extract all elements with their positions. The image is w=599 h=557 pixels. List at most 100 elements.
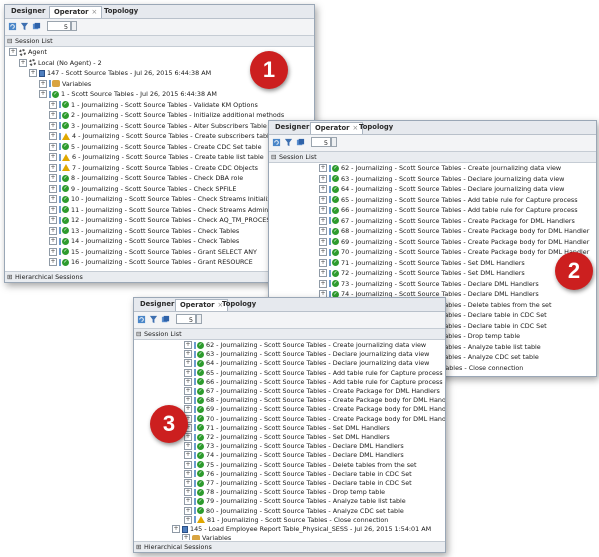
- session-count-input[interactable]: 5: [47, 21, 71, 31]
- tree-row[interactable]: + ✓ 70 - Journalizing - Scott Source Table…: [319, 247, 589, 258]
- expand-toggle-icon[interactable]: +: [184, 506, 192, 515]
- session-count-spinner[interactable]: [196, 314, 202, 324]
- refresh-icon[interactable]: [8, 22, 17, 31]
- close-icon[interactable]: ×: [91, 8, 97, 16]
- sessions-icon[interactable]: [161, 315, 170, 324]
- tree-row[interactable]: +✓17 - Journalizing - Scott Source Table…: [49, 268, 260, 269]
- expand-toggle-icon[interactable]: +: [184, 460, 192, 469]
- expand-toggle-icon[interactable]: +: [184, 350, 192, 359]
- expand-toggle-icon[interactable]: +: [49, 142, 57, 151]
- expand-toggle-icon[interactable]: +: [39, 90, 47, 98]
- tree-row[interactable]: +147 - Scott Source Tables - Jul 26, 201…: [29, 68, 211, 79]
- expand-toggle-icon[interactable]: +: [172, 525, 180, 533]
- tree-row[interactable]: + Agent: [9, 47, 47, 58]
- tree-row[interactable]: +4 - Journalizing - Scott Source Tables …: [49, 131, 273, 142]
- expand-toggle-icon[interactable]: +: [49, 258, 57, 266]
- expand-toggle-icon[interactable]: +: [49, 195, 57, 203]
- expand-toggle-icon[interactable]: +: [184, 469, 192, 478]
- sessions-icon[interactable]: [32, 22, 41, 31]
- tree-row[interactable]: + ✓ 15 - Journalizing - Scott Source Table…: [49, 247, 257, 258]
- expand-toggle-icon[interactable]: +: [184, 368, 192, 377]
- expand-toggle-icon[interactable]: +: [49, 163, 57, 172]
- expand-toggle-icon[interactable]: +: [184, 515, 192, 524]
- tree-row[interactable]: + ✓ 1 - Scott Source Tables - Jul 26, 2015…: [39, 89, 217, 100]
- tree-row[interactable]: + Local (No Agent) - 2: [19, 58, 102, 69]
- expand-toggle-icon[interactable]: +: [49, 226, 57, 235]
- expand-toggle-icon[interactable]: +: [29, 69, 37, 77]
- expand-toggle-icon[interactable]: +: [49, 100, 57, 109]
- tree-row[interactable]: + ✓ 71 - Journalizing - Scott Source Table…: [319, 258, 525, 269]
- expand-toggle-icon[interactable]: +: [49, 205, 57, 214]
- expand-toggle-icon[interactable]: +: [319, 279, 327, 288]
- hierarchical-sessions-header[interactable]: ⊞ Hierarchical Sessions: [134, 541, 445, 552]
- tree-row[interactable]: + ✓ 11 - Journalizing - Scott Source Table…: [49, 205, 268, 216]
- expand-toggle-icon[interactable]: +: [19, 58, 27, 67]
- expand-toggle-icon[interactable]: +: [319, 174, 327, 183]
- session-count-spinner[interactable]: [331, 137, 337, 147]
- expand-toggle-icon[interactable]: +: [49, 216, 57, 224]
- tree-row[interactable]: + ✓ 8 - Journalizing - Scott Source Tables…: [49, 173, 243, 184]
- session-list-header[interactable]: ⊟ Session List: [5, 35, 314, 47]
- expand-toggle-icon[interactable]: +: [184, 479, 192, 487]
- expand-toggle-icon[interactable]: +: [319, 269, 327, 277]
- tree-row[interactable]: +7 - Journalizing - Scott Source Tables …: [49, 163, 258, 174]
- filter-icon[interactable]: [20, 22, 29, 31]
- tree-row[interactable]: + ✓ 5 - Journalizing - Scott Source Tables…: [49, 142, 262, 153]
- tree-row[interactable]: + ✓ 68 - Journalizing - Scott Source Table…: [319, 226, 589, 237]
- session-count-spinner[interactable]: [71, 21, 77, 31]
- session-count-input[interactable]: 5: [311, 137, 331, 147]
- tab-designer[interactable]: Designer: [271, 122, 313, 133]
- tree-row[interactable]: + ✓ 16 - Journalizing - Scott Source Table…: [49, 257, 253, 268]
- tree-row[interactable]: + ✓ 64 - Journalizing - Scott Source Table…: [319, 184, 564, 195]
- expand-toggle-icon[interactable]: +: [319, 206, 327, 214]
- session-list-header[interactable]: ⊟ Session List: [269, 151, 596, 163]
- expand-toggle-icon[interactable]: +: [319, 237, 327, 246]
- expand-toggle-icon[interactable]: +: [319, 195, 327, 204]
- expand-toggle-icon[interactable]: +: [49, 132, 57, 140]
- tab-topology[interactable]: Topology: [355, 122, 397, 133]
- tab-designer[interactable]: Designer: [7, 6, 49, 17]
- expand-toggle-icon[interactable]: +: [39, 79, 47, 88]
- tree-row[interactable]: + ✓ 3 - Journalizing - Scott Source Tables…: [49, 121, 267, 132]
- tree-row[interactable]: +6 - Journalizing - Scott Source Tables …: [49, 152, 264, 163]
- tree-row[interactable]: + ✓ 72 - Journalizing - Scott Source Table…: [319, 268, 525, 279]
- expand-toggle-icon[interactable]: +: [184, 387, 192, 395]
- filter-icon[interactable]: [284, 138, 293, 147]
- expand-toggle-icon[interactable]: +: [184, 377, 192, 386]
- tree-row[interactable]: + ✓ 2 - Journalizing - Scott Source Tables…: [49, 110, 284, 121]
- expand-toggle-icon[interactable]: +: [49, 174, 57, 182]
- expand-toggle-icon[interactable]: +: [184, 433, 192, 441]
- tree-row[interactable]: + Variables: [39, 79, 91, 90]
- tab-topology[interactable]: Topology: [218, 299, 260, 310]
- expand-toggle-icon[interactable]: +: [49, 111, 57, 119]
- expand-toggle-icon[interactable]: +: [184, 451, 192, 460]
- sessions-icon[interactable]: [296, 138, 305, 147]
- tree-row[interactable]: + ✓ 10 - Journalizing - Scott Source Table…: [49, 194, 287, 205]
- refresh-icon[interactable]: [272, 138, 281, 147]
- expand-toggle-icon[interactable]: +: [319, 248, 327, 256]
- tree-row[interactable]: + ✓ 73 - Journalizing - Scott Source Table…: [319, 279, 539, 290]
- expand-toggle-icon[interactable]: +: [319, 185, 327, 193]
- tree-row[interactable]: + Variables: [182, 533, 231, 540]
- tree-row[interactable]: + ✓ 65 - Journalizing - Scott Source Table…: [319, 195, 578, 206]
- expand-toggle-icon[interactable]: +: [49, 121, 57, 130]
- expand-toggle-icon[interactable]: +: [49, 237, 57, 245]
- tree-row[interactable]: + ✓ 69 - Journalizing - Scott Source Table…: [319, 237, 589, 248]
- tree-row[interactable]: + ✓ 62 - Journalizing - Scott Source Table…: [319, 163, 561, 174]
- expand-toggle-icon[interactable]: +: [182, 534, 190, 540]
- expand-toggle-icon[interactable]: +: [49, 247, 57, 256]
- expand-toggle-icon[interactable]: +: [184, 497, 192, 506]
- tree-row[interactable]: + ✓ 14 - Journalizing - Scott Source Table…: [49, 236, 239, 247]
- session-list-header[interactable]: ⊟ Session List: [134, 328, 445, 340]
- expand-toggle-icon[interactable]: +: [319, 216, 327, 225]
- expand-toggle-icon[interactable]: +: [184, 359, 192, 368]
- session-count-input[interactable]: 5: [176, 314, 196, 324]
- tree-row[interactable]: + ✓ 66 - Journalizing - Scott Source Table…: [319, 205, 578, 216]
- tree-row[interactable]: + ✓ 12 - Journalizing - Scott Source Table…: [49, 215, 283, 226]
- expand-toggle-icon[interactable]: +: [319, 164, 327, 172]
- tree-row[interactable]: + ✓ 13 - Journalizing - Scott Source Table…: [49, 226, 239, 237]
- expand-toggle-icon[interactable]: +: [184, 396, 192, 405]
- expand-toggle-icon[interactable]: +: [184, 442, 192, 451]
- expand-toggle-icon[interactable]: +: [319, 258, 327, 267]
- tab-topology[interactable]: Topology: [100, 6, 142, 17]
